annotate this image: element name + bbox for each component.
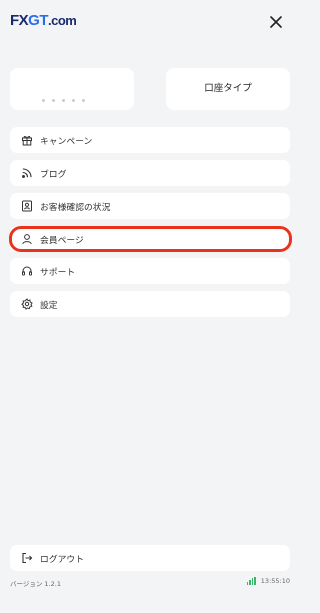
account-type-label: 口座タイプ	[204, 83, 252, 94]
fxgt-logo[interactable]: FXGT.com	[10, 12, 77, 29]
menu-item-label: お客様確認の状況	[40, 202, 111, 213]
logo-gt: GT	[28, 12, 49, 29]
close-icon[interactable]	[266, 12, 286, 32]
gear-icon	[20, 297, 34, 311]
logo-dom: .com	[48, 13, 77, 28]
signal-icon	[246, 577, 256, 585]
menu-item-campaign[interactable]: キャンペーン	[10, 127, 290, 153]
menu-item-blog[interactable]: ブログ	[10, 160, 290, 186]
loading-dots	[42, 99, 85, 102]
menu-item-label: ブログ	[40, 169, 67, 180]
menu-item-member-page[interactable]: 会員ページ	[10, 226, 290, 252]
logo-fx: FX	[10, 12, 29, 29]
connection-status: 13:55:10	[246, 577, 290, 585]
logout-button[interactable]: ログアウト	[10, 545, 290, 571]
headset-icon	[20, 264, 34, 278]
menu-item-label: 会員ページ	[40, 235, 84, 246]
user-icon	[20, 232, 34, 246]
rss-icon	[20, 166, 34, 180]
menu-item-label: 設定	[40, 300, 58, 311]
menu-item-label: サポート	[40, 267, 76, 278]
menu-item-support[interactable]: サポート	[10, 258, 290, 284]
account-info-card[interactable]	[10, 68, 134, 110]
header: FXGT.com	[0, 0, 300, 48]
menu-item-settings[interactable]: 設定	[10, 291, 290, 317]
account-type-card[interactable]: 口座タイプ	[166, 68, 290, 110]
version-text: バージョン 1.2.1	[10, 580, 61, 588]
logout-icon	[20, 551, 34, 565]
id-badge-icon	[20, 199, 34, 213]
logout-label: ログアウト	[40, 554, 84, 565]
status-time: 13:55:10	[260, 577, 290, 585]
menu-item-verification[interactable]: お客様確認の状況	[10, 193, 290, 219]
gift-icon	[20, 133, 34, 147]
menu-item-label: キャンペーン	[40, 136, 93, 147]
